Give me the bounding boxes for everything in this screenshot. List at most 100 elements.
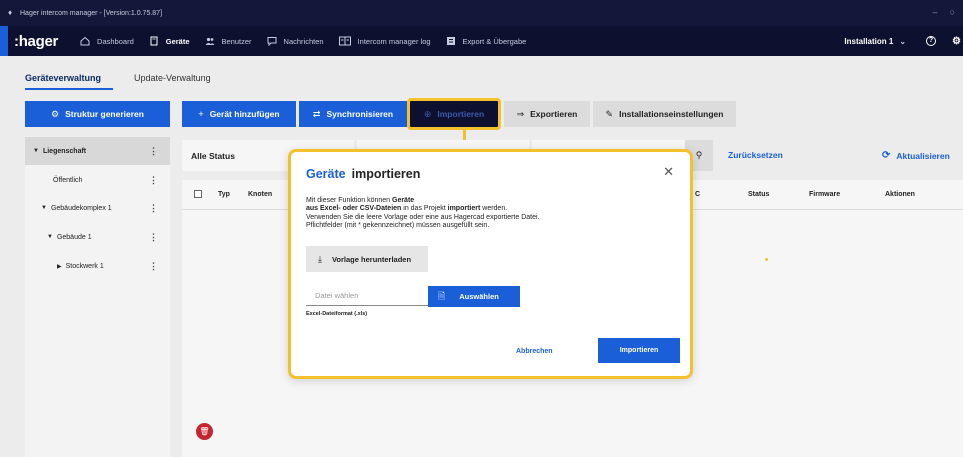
gear-icon: ⚙ (51, 108, 60, 119)
dialog-description: Mit dieser Funktion können Geräte aus Ex… (306, 197, 686, 230)
desc-text: Pflichtfelder (mit * gekennzeichnet) müs… (306, 221, 490, 229)
bell-icon: ♦ (8, 8, 13, 17)
select-all-checkbox[interactable] (194, 190, 202, 198)
caret-down-icon[interactable]: ▼ (33, 148, 39, 154)
choose-file-button[interactable]: 🗎 Auswählen (428, 286, 520, 307)
refresh-icon: ⟳ (882, 150, 891, 161)
file-icon: 🗎 (438, 290, 446, 301)
help-icon[interactable]: ? (926, 36, 937, 46)
more-icon[interactable]: ⋮ (149, 232, 158, 243)
trash-icon: 🗑 (199, 427, 210, 436)
more-icon[interactable]: ⋮ (149, 146, 158, 157)
delete-button[interactable]: 🗑 (196, 423, 213, 440)
nav-item-label: Nachrichten (283, 36, 324, 46)
nav-item-geraete[interactable]: Geräte (149, 36, 190, 46)
tree-item-label: Stockwerk 1 (65, 262, 104, 270)
log-icon (338, 36, 351, 46)
tab-update-verwaltung[interactable]: Update-Verwaltung (134, 73, 211, 90)
column-knoten[interactable]: Knoten (248, 191, 272, 198)
nav-item-dashboard[interactable]: Dashboard (80, 36, 134, 46)
desc-text: Verwenden Sie die leere Vorlage oder ein… (306, 213, 540, 221)
button-label: Gerät hinzufügen (209, 109, 280, 119)
brand-logo: :hager (14, 32, 59, 50)
installation-selector[interactable]: Installation 1 (844, 37, 893, 46)
refresh-link[interactable]: ⟳ Aktualisieren (882, 150, 950, 161)
add-device-button[interactable]: + Gerät hinzufügen (182, 101, 296, 127)
indicator-dot (765, 258, 768, 261)
tree-item-gebaeude[interactable]: ▼ Gebäude 1 ⋮ (25, 223, 170, 251)
tab-geraeteverwaltung[interactable]: Geräteverwaltung (25, 73, 114, 90)
download-icon: ⤓ (318, 253, 322, 264)
caret-right-icon[interactable]: ▶ (57, 263, 62, 270)
button-label: Installationseinstellungen (619, 109, 724, 119)
tree-item-gebaeudekomplex[interactable]: ▼ Gebäudekomplex 1 ⋮ (25, 194, 170, 222)
caret-down-icon[interactable]: ▼ (41, 205, 47, 211)
button-label: Synchronisieren (326, 109, 394, 119)
column-typ[interactable]: Typ (218, 191, 230, 198)
reset-link[interactable]: Zurücksetzen (728, 150, 783, 160)
column-status[interactable]: Status (748, 191, 769, 198)
device-icon (150, 36, 158, 46)
cancel-button[interactable]: Abbrechen (516, 348, 553, 355)
tree-item-liegenschaft[interactable]: ▼ Liegenschaft ⋮ (25, 137, 170, 165)
nav-item-label: Intercom manager log (357, 36, 431, 46)
structure-tree: ▼ Liegenschaft ⋮ Öffentlich ⋮ ▼ Gebäudek… (25, 137, 170, 457)
plus-icon: + (198, 109, 204, 119)
close-icon[interactable]: ✕ (663, 164, 674, 180)
nav-item-benutzer[interactable]: Benutzer (205, 36, 252, 46)
desc-text: Mit dieser Funktion können (306, 197, 392, 204)
sync-icon: ⇄ (312, 108, 321, 119)
search-icon: ⚲ (695, 150, 703, 160)
gear-icon[interactable]: ⚙ (952, 36, 961, 47)
dialog-title: Geräte importieren (306, 167, 420, 181)
tree-item-label: Gebäude 1 (56, 233, 92, 241)
main-nav: :hager Dashboard Geräte Benutzer Nachric… (0, 26, 963, 56)
brand-accent-bar (0, 26, 8, 56)
dialog-title-accent: Geräte (306, 167, 346, 181)
home-icon (80, 36, 90, 46)
confirm-import-button[interactable]: Importieren (598, 338, 680, 363)
nav-item-label: Benutzer (221, 36, 252, 46)
desc-bold: aus Excel- oder CSV-Dateien (306, 205, 402, 213)
nav-item-nachrichten[interactable]: Nachrichten (267, 36, 324, 46)
import-highlight (407, 98, 501, 130)
chevron-down-icon[interactable]: ⌄ (899, 37, 906, 46)
button-label: Struktur generieren (65, 109, 144, 119)
nav-item-export[interactable]: Export & Übergabe (446, 36, 527, 46)
tree-item-label: Liegenschaft (42, 147, 87, 155)
more-icon[interactable]: ⋮ (149, 261, 158, 272)
tree-item-oeffentlich[interactable]: Öffentlich ⋮ (25, 166, 170, 194)
generate-structure-button[interactable]: ⚙ Struktur generieren (25, 101, 170, 127)
export-icon (446, 37, 455, 45)
nav-item-label: Dashboard (97, 36, 134, 46)
nav-item-label: Geräte (165, 36, 190, 46)
minimize-icon[interactable]: – (933, 7, 938, 17)
pencil-icon: ✎ (605, 108, 614, 119)
column-firmware[interactable]: Firmware (809, 191, 840, 198)
download-template-button[interactable]: ⤓ Vorlage herunterladen (306, 246, 428, 272)
window-title: Hager intercom manager - [Version:1.0.75… (20, 9, 163, 17)
column-aktionen[interactable]: Aktionen (885, 191, 915, 198)
restore-icon[interactable]: ○ (950, 7, 955, 17)
desc-bold: Geräte (392, 197, 415, 204)
column-c[interactable]: C (695, 191, 700, 198)
tab-bar: Geräteverwaltung Update-Verwaltung (25, 73, 232, 90)
sync-button[interactable]: ⇄ Synchronisieren (299, 101, 407, 127)
title-bar: ♦ Hager intercom manager - [Version:1.0.… (0, 0, 963, 26)
more-icon[interactable]: ⋮ (149, 203, 158, 214)
desc-bold: importiert (447, 205, 481, 213)
nav-item-label: Export & Übergabe (462, 36, 527, 46)
caret-down-icon[interactable]: ▼ (47, 234, 53, 240)
refresh-label: Aktualisieren (896, 150, 950, 161)
file-input[interactable] (306, 286, 428, 306)
dialog-title-rest: importieren (351, 167, 421, 181)
tree-item-label: Gebäudekomplex 1 (50, 204, 112, 212)
tree-item-label: Öffentlich (53, 176, 83, 184)
export-button[interactable]: ⇒ Exportieren (504, 101, 590, 127)
nav-item-log[interactable]: Intercom manager log (338, 36, 431, 46)
desc-text: werden. (480, 205, 508, 213)
tree-item-stockwerk[interactable]: ▶ Stockwerk 1 ⋮ (25, 252, 170, 280)
more-icon[interactable]: ⋮ (149, 175, 158, 186)
desc-text: in das Projekt (401, 205, 448, 213)
installation-settings-button[interactable]: ✎ Installationseinstellungen (593, 101, 736, 127)
